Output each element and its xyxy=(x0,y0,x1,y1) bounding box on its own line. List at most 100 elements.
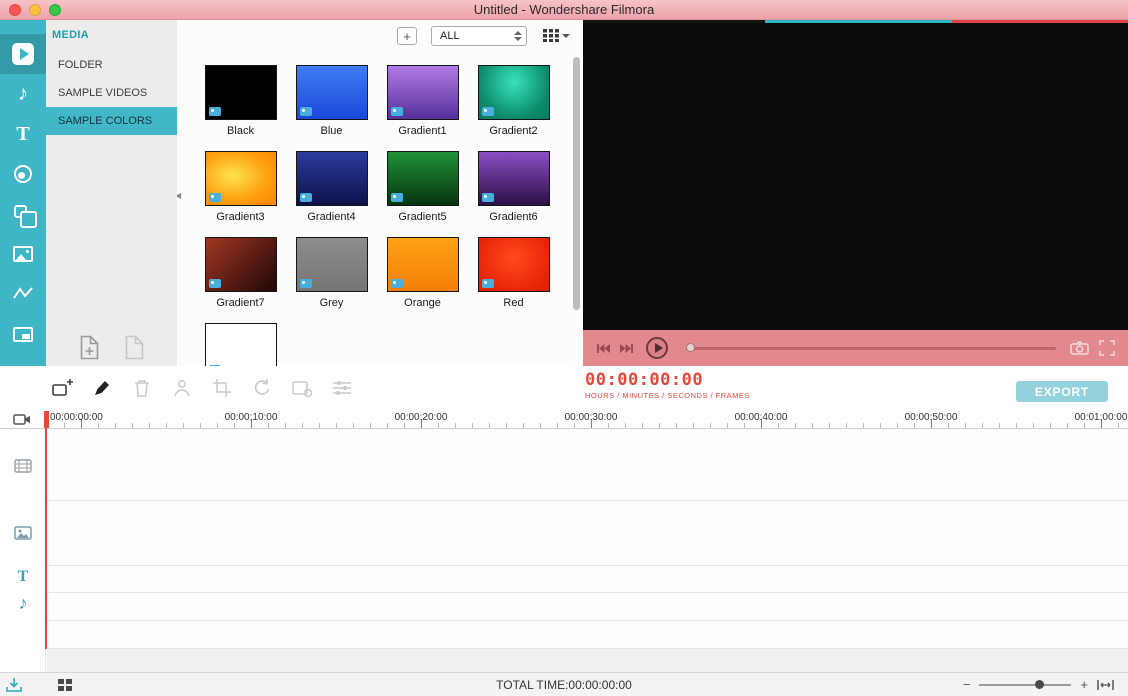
color-swatch-thumbnail[interactable] xyxy=(205,65,277,120)
color-swatch-thumbnail[interactable] xyxy=(387,65,459,120)
image-type-badge-icon xyxy=(482,193,494,202)
sidebar-header: MEDIA xyxy=(52,29,177,41)
ruler-timestamp: 00:00:30:00 xyxy=(565,412,618,423)
media-scrollbar[interactable] xyxy=(573,57,580,310)
media-item[interactable]: Gradient5 xyxy=(377,151,468,237)
import-media-button[interactable] xyxy=(79,335,100,360)
media-item[interactable]: Red xyxy=(468,237,559,323)
skip-back-icon xyxy=(596,343,611,354)
overlay-track-header[interactable] xyxy=(0,526,46,540)
minimize-button[interactable] xyxy=(29,4,41,16)
adjust-button[interactable] xyxy=(330,379,354,397)
color-swatch-thumbnail[interactable] xyxy=(296,151,368,206)
media-item[interactable]: Gradient6 xyxy=(468,151,559,237)
play-button[interactable] xyxy=(646,337,668,359)
color-swatch-thumbnail[interactable] xyxy=(296,65,368,120)
media-library-list: FOLDER SAMPLE VIDEOS SAMPLE COLORS xyxy=(46,51,177,135)
sidebar-item[interactable]: SAMPLE VIDEOS xyxy=(46,79,177,107)
video-track-header[interactable] xyxy=(0,459,46,473)
zoom-slider[interactable] xyxy=(979,684,1071,686)
green-screen-button[interactable] xyxy=(170,378,194,398)
title-track-header[interactable] xyxy=(0,568,46,586)
media-filter-select[interactable]: ALL xyxy=(431,26,527,46)
media-item[interactable]: Orange xyxy=(377,237,468,323)
media-item[interactable]: Blue xyxy=(286,65,377,151)
fullscreen-button[interactable] xyxy=(1099,340,1115,356)
extra-track[interactable] xyxy=(47,621,1128,649)
rotate-button[interactable] xyxy=(250,378,274,398)
preview-seek-bar[interactable] xyxy=(686,347,1056,350)
timeline-ruler-row: 00:00:00:0000:00:10:0000:00:20:0000:00:3… xyxy=(0,410,1128,429)
remove-media-button[interactable] xyxy=(124,335,145,360)
transitions-icon xyxy=(14,165,32,183)
overlay-track[interactable] xyxy=(47,501,1128,566)
playhead-handle[interactable] xyxy=(44,411,49,428)
nav-pip-tab[interactable] xyxy=(0,314,46,354)
title-track[interactable] xyxy=(47,566,1128,593)
video-track[interactable] xyxy=(47,429,1128,501)
trash-icon xyxy=(133,378,151,398)
grid-view-icon xyxy=(543,29,559,42)
snapshot-button[interactable] xyxy=(1070,341,1089,355)
zoom-button[interactable] xyxy=(49,4,61,16)
color-swatch-thumbnail[interactable] xyxy=(205,151,277,206)
previous-frame-button[interactable] xyxy=(596,343,611,354)
nav-elements-tab[interactable] xyxy=(0,234,46,274)
record-voiceover-button[interactable] xyxy=(90,378,114,398)
audio-track-header[interactable] xyxy=(0,594,46,612)
color-swatch-thumbnail[interactable] xyxy=(387,151,459,206)
fit-timeline-button[interactable] xyxy=(1097,679,1114,691)
sidebar-item[interactable]: SAMPLE COLORS xyxy=(46,107,177,135)
color-swatch-thumbnail[interactable] xyxy=(478,65,550,120)
track-manager-button[interactable] xyxy=(13,413,31,426)
view-mode-button[interactable] xyxy=(543,29,570,42)
export-button[interactable]: EXPORT xyxy=(1016,381,1108,402)
close-button[interactable] xyxy=(9,4,21,16)
current-timecode: 00:00:00:00 xyxy=(585,371,750,389)
sliders-icon xyxy=(332,379,352,397)
color-swatch-thumbnail[interactable] xyxy=(387,237,459,292)
timeline-ruler[interactable]: 00:00:00:0000:00:10:0000:00:20:0000:00:3… xyxy=(47,410,1128,428)
next-frame-button[interactable] xyxy=(619,343,634,354)
overlay-squares-icon xyxy=(14,205,27,218)
frame-settings-button[interactable] xyxy=(290,378,314,398)
zoom-in-button[interactable]: + xyxy=(1080,678,1088,691)
camera-icon xyxy=(1070,341,1089,355)
media-item[interactable]: Gradient7 xyxy=(195,237,286,323)
crop-button[interactable] xyxy=(210,378,234,398)
sidebar-item[interactable]: FOLDER xyxy=(46,51,177,79)
nav-titles-tab[interactable] xyxy=(0,114,46,154)
zoom-out-button[interactable]: − xyxy=(963,678,971,691)
media-item-label: Gradient1 xyxy=(398,125,446,137)
nav-transitions-tab[interactable] xyxy=(0,154,46,194)
nav-audio-tab[interactable] xyxy=(0,74,46,114)
audio-track[interactable] xyxy=(47,593,1128,621)
add-media-button[interactable]: + xyxy=(397,27,417,45)
timeline-tracks[interactable] xyxy=(47,429,1128,672)
media-item[interactable]: Gradient4 xyxy=(286,151,377,237)
seek-handle[interactable] xyxy=(686,343,695,352)
media-item[interactable]: Black xyxy=(195,65,286,151)
add-to-timeline-button[interactable] xyxy=(50,378,74,398)
media-item[interactable] xyxy=(195,323,286,366)
color-swatch-thumbnail[interactable] xyxy=(478,151,550,206)
media-item-label: Black xyxy=(227,125,254,137)
nav-media-tab[interactable] xyxy=(0,34,46,74)
collapse-panel-button[interactable] xyxy=(177,183,187,207)
nav-split-screen-tab[interactable] xyxy=(0,274,46,314)
color-swatch-thumbnail[interactable] xyxy=(205,323,277,366)
delete-button[interactable] xyxy=(130,378,154,398)
color-swatch-thumbnail[interactable] xyxy=(296,237,368,292)
image-track-icon xyxy=(14,526,32,540)
color-swatch-thumbnail[interactable] xyxy=(478,237,550,292)
zoom-slider-handle[interactable] xyxy=(1035,680,1044,689)
media-item-label: Orange xyxy=(404,297,441,309)
nav-effects-tab[interactable] xyxy=(0,194,46,234)
marker-pen-icon xyxy=(92,378,112,398)
media-item[interactable]: Gradient1 xyxy=(377,65,468,151)
color-swatch-thumbnail[interactable] xyxy=(205,237,277,292)
media-item[interactable]: Gradient2 xyxy=(468,65,559,151)
media-item[interactable]: Grey xyxy=(286,237,377,323)
media-panel: + ALL Black Blue xyxy=(177,20,583,366)
media-item[interactable]: Gradient3 xyxy=(195,151,286,237)
